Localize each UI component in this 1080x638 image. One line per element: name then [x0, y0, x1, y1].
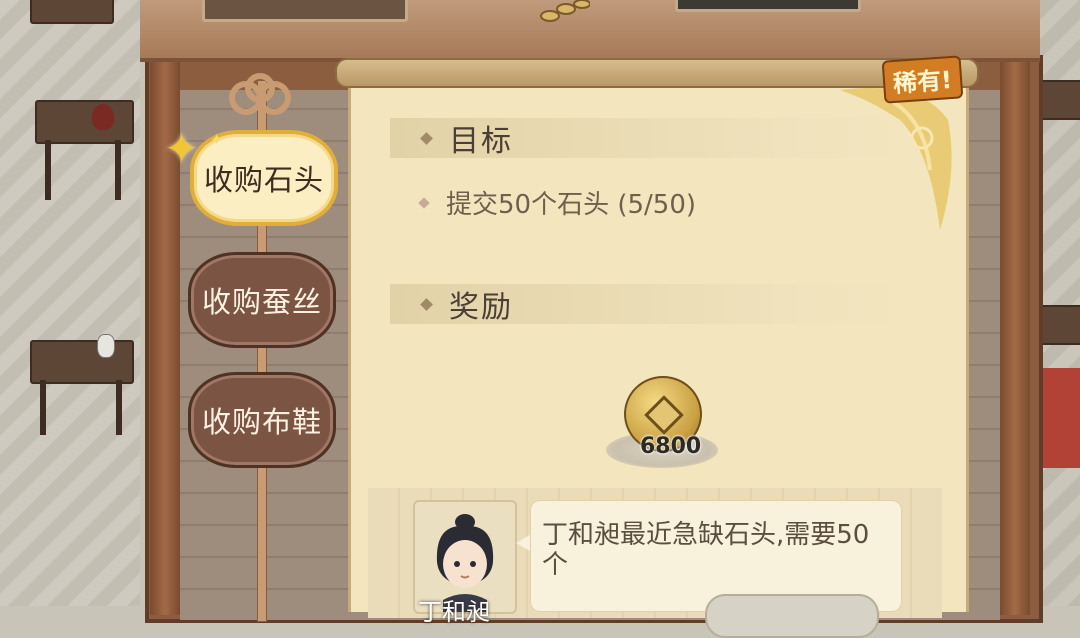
submit-button[interactable] — [705, 594, 879, 638]
table-leg — [116, 380, 122, 435]
objective-header: 目标 — [390, 118, 910, 159]
reward-amount: 6800 — [640, 434, 702, 459]
tab-buy-shoes[interactable]: 收购布鞋 — [188, 372, 336, 468]
objective-title: 目标 — [449, 124, 513, 159]
sparkle-star-small-icon: ✦ — [210, 130, 224, 149]
table-decoration — [35, 100, 134, 144]
table-leg — [40, 380, 46, 435]
objective-line: 提交50个石头 (5/50) — [418, 184, 697, 221]
reward-header: 奖励 — [390, 284, 910, 325]
tab-buy-silk[interactable]: 收购蚕丝 — [188, 252, 336, 348]
background-left-room — [0, 0, 140, 606]
diamond-icon — [420, 297, 433, 311]
roof-panel — [202, 0, 408, 22]
table-leg — [45, 140, 51, 200]
cabinet-roof — [140, 0, 1040, 62]
tab-label: 收购蚕丝 — [201, 285, 322, 319]
rare-badge: 稀有! — [881, 55, 964, 104]
npc-name: 丁和昶 — [418, 598, 490, 626]
speech-tip — [516, 535, 530, 551]
coin-hole — [644, 395, 684, 435]
diamond-icon — [420, 131, 433, 145]
tab-label: 收购布鞋 — [201, 405, 322, 439]
dialog-text: 丁和昶最近急缺石头,需要50个 — [542, 520, 870, 580]
table-leg — [115, 140, 121, 200]
teapot-decoration — [97, 334, 115, 358]
coins-decoration-icon — [540, 0, 591, 24]
sparkle-star-icon: ✦ — [164, 124, 200, 173]
knot-ornament-icon — [218, 72, 302, 136]
roof-panel — [675, 0, 861, 12]
table-decoration — [30, 0, 114, 24]
vase-decoration — [92, 104, 114, 130]
objective-text: 提交50个石头 (5/50) — [446, 190, 697, 220]
reward-title: 奖励 — [449, 290, 513, 325]
cabinet-pillar-right — [1000, 55, 1030, 615]
diamond-icon — [418, 196, 430, 209]
tab-label: 收购石头 — [203, 163, 324, 197]
corner-ornament-icon — [830, 80, 960, 240]
table-decoration — [30, 340, 134, 384]
